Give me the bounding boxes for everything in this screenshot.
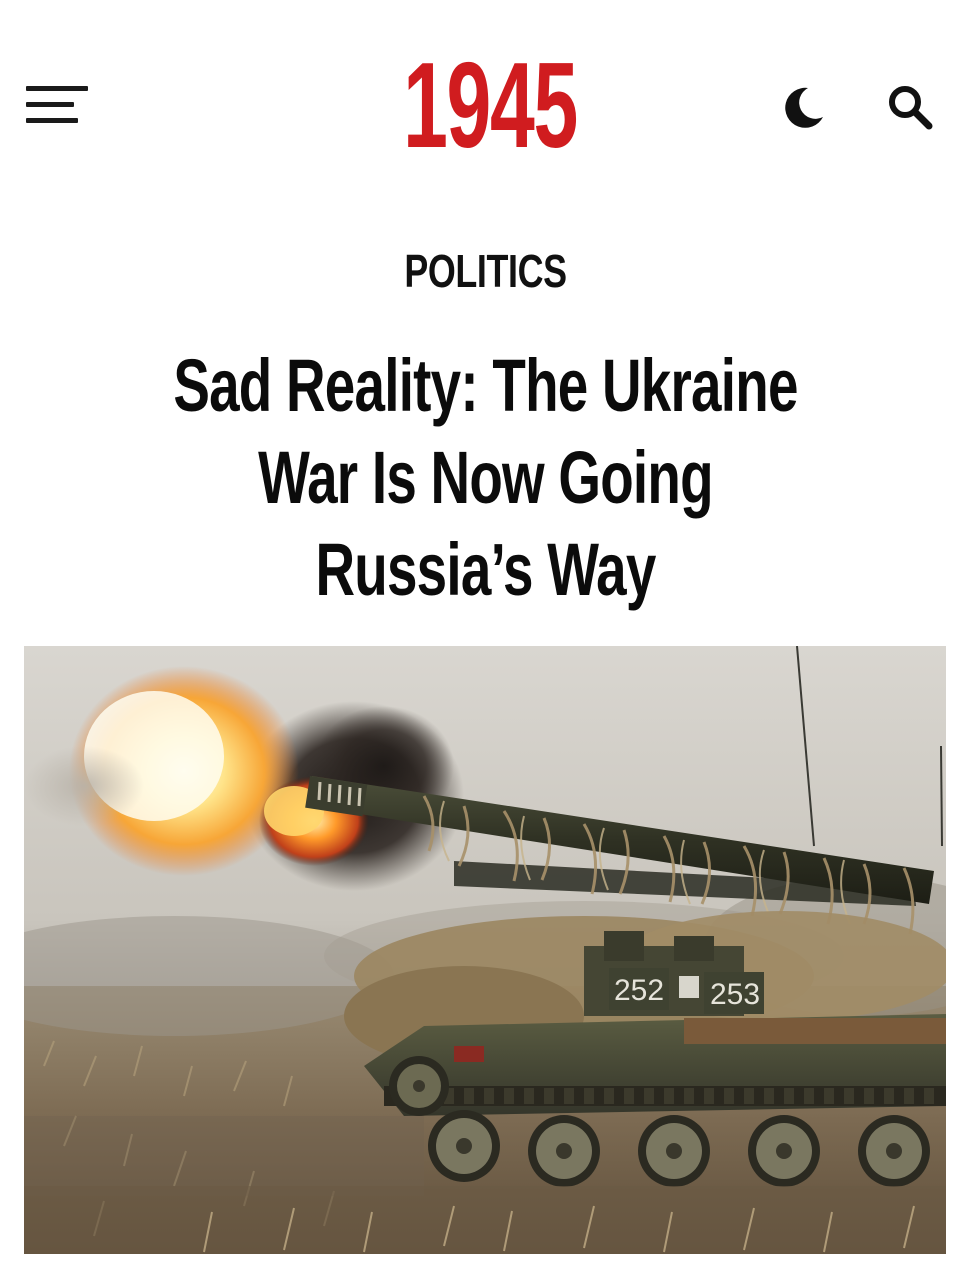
menu-bar [26, 102, 74, 107]
article-category[interactable]: POLITICS [107, 238, 864, 304]
site-logo[interactable]: 1945 [384, 35, 595, 175]
vehicle-number: 252 [614, 974, 664, 1007]
site-header: 1945 [0, 0, 971, 200]
search-icon[interactable] [883, 80, 937, 134]
hamburger-menu-icon[interactable] [22, 80, 90, 130]
headline-line: Sad Reality: The Ukraine [173, 344, 798, 427]
menu-bar [26, 86, 88, 91]
headline-line: Russia’s Way [315, 528, 656, 611]
article-headline[interactable]: Sad Reality: The Ukraine War Is Now Goin… [152, 340, 819, 616]
headline-line: War Is Now Going [258, 436, 713, 519]
hero-image[interactable]: 252 253 [24, 646, 946, 1254]
moon-icon[interactable] [775, 80, 829, 134]
vehicle-number: 253 [710, 978, 760, 1011]
menu-bar [26, 118, 78, 123]
